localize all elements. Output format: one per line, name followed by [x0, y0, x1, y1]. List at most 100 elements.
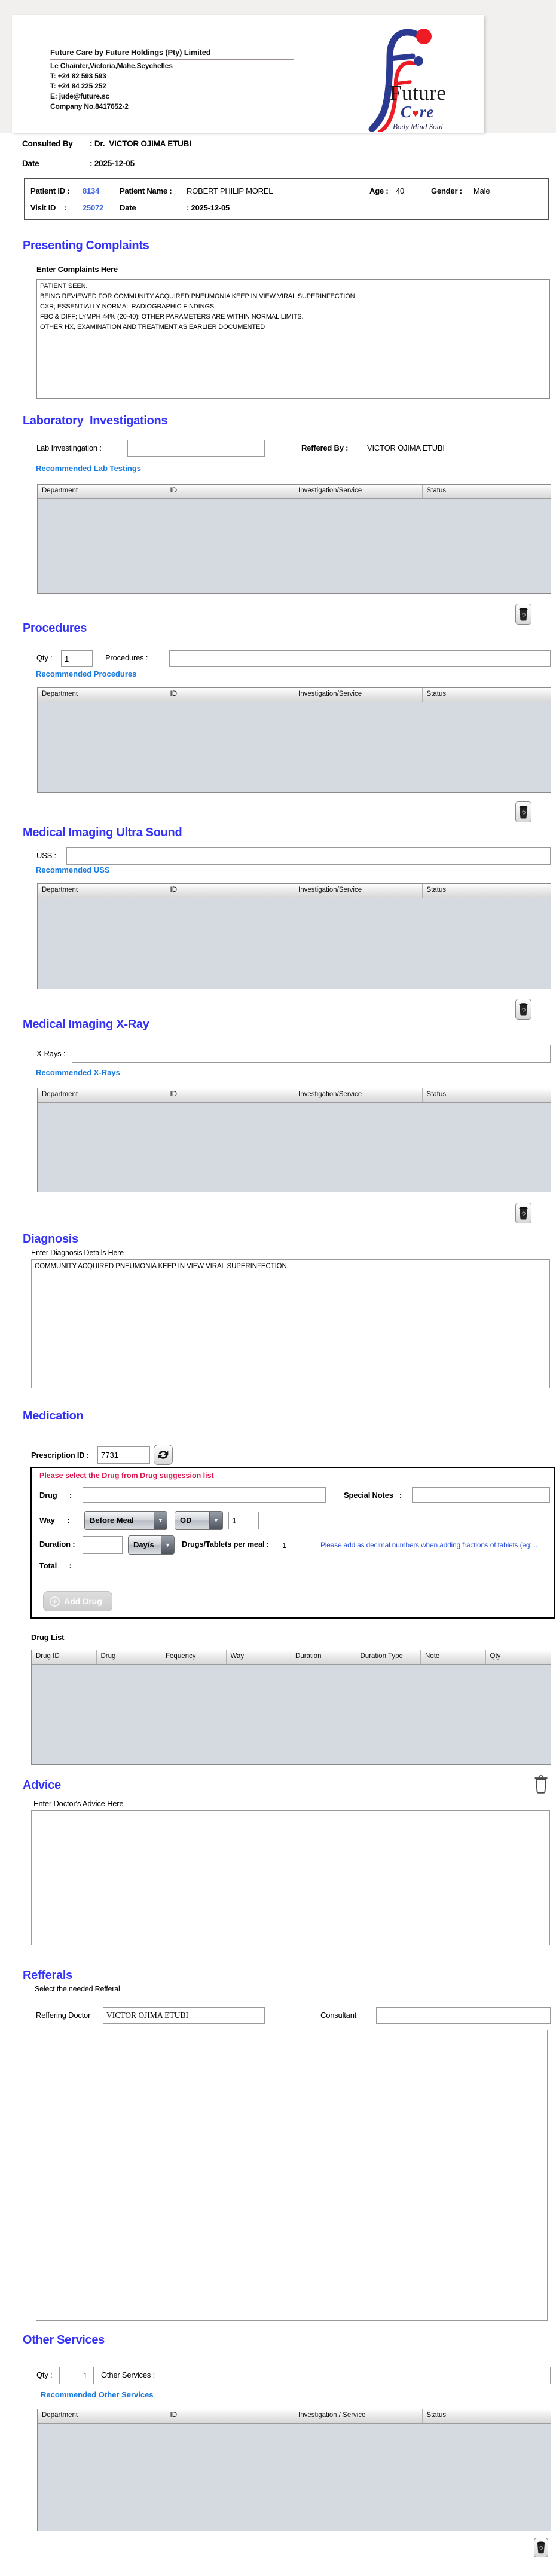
xray-input[interactable]: [72, 1045, 551, 1063]
trash-icon: [519, 805, 528, 818]
complaints-heading: Presenting Complaints: [23, 239, 149, 252]
lab-table-header: Department ID Investigation/Service Stat…: [38, 485, 551, 499]
frequency-select-value: OD: [180, 1516, 192, 1525]
recommended-xray-link[interactable]: Recommended X-Rays: [36, 1068, 120, 1077]
lab-delete-button[interactable]: [515, 604, 531, 625]
advice-label: Enter Doctor's Advice Here: [33, 1799, 124, 1808]
company-email: E: jude@future.sc: [50, 92, 109, 100]
drug-list-label: Drug List: [31, 1633, 65, 1642]
add-drug-label: Add Drug: [64, 1596, 102, 1606]
other-qty-input[interactable]: [59, 2367, 94, 2384]
patient-id-label: Patient ID :: [30, 186, 70, 195]
company-number: Company No.8417652-2: [50, 102, 129, 111]
column-header: Department: [38, 1088, 166, 1102]
procedures-qty-input[interactable]: [61, 650, 93, 667]
column-header: Status: [426, 690, 447, 697]
advice-clear-button[interactable]: [533, 1774, 549, 1794]
column-header: ID: [166, 1088, 294, 1102]
patient-name-value: ROBERT PHILIP MOREL: [187, 186, 273, 195]
drug-list-table: Drug ID Drug Fequency Way Duration Durat…: [31, 1650, 551, 1765]
lab-input-label: Lab Investingation :: [36, 443, 102, 452]
lab-investigation-input[interactable]: [127, 440, 265, 457]
prescription-id-label: Prescription ID :: [31, 1451, 90, 1460]
consultant-label: Consultant: [320, 2011, 357, 2020]
column-header: Note: [421, 1650, 486, 1664]
recommended-lab-link[interactable]: Recommended Lab Testings: [36, 464, 141, 473]
recommended-uss-link[interactable]: Recommended USS: [36, 865, 110, 874]
procedures-input-label: Procedures :: [105, 653, 148, 662]
company-phone2: T: +24 84 225 252: [50, 82, 106, 90]
diagnosis-label: Enter Diagnosis Details Here: [31, 1249, 124, 1257]
trash-outline-icon: [534, 1775, 548, 1794]
advice-heading: Advice: [23, 1779, 61, 1792]
referring-doctor-input[interactable]: [103, 2007, 265, 2024]
frequency-qty-input[interactable]: [228, 1512, 259, 1529]
company-phone1: T: +24 82 593 593: [50, 72, 106, 80]
other-delete-button[interactable]: [534, 2538, 548, 2557]
column-header: ID: [166, 884, 294, 898]
consultant-input[interactable]: [376, 2007, 551, 2024]
other-services-input[interactable]: [175, 2367, 551, 2384]
add-drug-button[interactable]: + Add Drug: [43, 1591, 112, 1611]
refresh-icon: [158, 1451, 169, 1459]
meal-select[interactable]: Before Meal ▼: [84, 1511, 167, 1530]
xray-input-label: X-Rays :: [36, 1049, 66, 1058]
prescription-refresh-button[interactable]: [154, 1445, 173, 1465]
column-header: Status: [426, 886, 447, 894]
diagnosis-textarea[interactable]: COMMUNITY ACQUIRED PNEUMONIA KEEP IN VIE…: [31, 1259, 550, 1388]
lab-referred-value: VICTOR OJIMA ETUBI: [367, 443, 445, 452]
logo-word-future: Future: [390, 81, 447, 105]
visit-id-label: Visit ID :: [30, 203, 67, 212]
column-header: Investigation / Service: [294, 2409, 423, 2423]
per-meal-input[interactable]: [279, 1537, 313, 1553]
duration-input[interactable]: [83, 1536, 123, 1554]
chevron-down-icon: ▼: [154, 1512, 167, 1529]
drug-suggestion-notice: Please select the Drug from Drug suggess…: [39, 1471, 214, 1480]
frequency-select[interactable]: OD ▼: [175, 1511, 223, 1530]
column-header: Investigation/Service: [294, 485, 423, 498]
procedures-heading: Procedures: [23, 622, 87, 635]
recommended-procedures-link[interactable]: Recommended Procedures: [36, 669, 136, 678]
prescription-id-input[interactable]: [97, 1446, 150, 1464]
column-header: Drug: [97, 1650, 161, 1664]
chevron-down-icon: ▼: [161, 1536, 174, 1554]
drug-input[interactable]: [83, 1487, 326, 1503]
uss-input[interactable]: [66, 847, 551, 865]
diagnosis-heading: Diagnosis: [23, 1232, 78, 1246]
column-header: Duration Type: [356, 1650, 421, 1664]
procedures-delete-button[interactable]: [515, 801, 531, 822]
patient-age-value: 40: [396, 186, 405, 195]
referring-doctor-label: Reffering Doctor: [36, 2011, 91, 2020]
xray-heading: Medical Imaging X-Ray: [23, 1018, 149, 1031]
consult-date-value: : 2025-12-05: [90, 159, 135, 168]
referrals-sub-label: Select the needed Refferal: [35, 1985, 120, 1993]
referral-listbox[interactable]: [36, 2030, 548, 2321]
trash-icon: [519, 607, 528, 620]
consultation-page: Future Care by Future Holdings (Pty) Lim…: [0, 0, 556, 2576]
column-header: ID: [166, 2409, 294, 2423]
duration-unit-value: Day/s: [133, 1540, 154, 1549]
other-qty-label: Qty :: [36, 2370, 53, 2379]
procedures-input[interactable]: [169, 650, 551, 667]
logo-tagline: Body Mind Soul: [393, 122, 443, 131]
complaints-textarea[interactable]: PATIENT SEEN. BEING REVIEWED FOR COMMUNI…: [36, 279, 550, 399]
recommended-other-link[interactable]: Recommended Other Services: [41, 2390, 154, 2399]
uss-table-header: Department ID Investigation/Service Stat…: [38, 884, 551, 898]
column-header: Investigation/Service: [294, 1088, 423, 1102]
special-notes-label: Special Notes :: [344, 1491, 402, 1500]
column-header: Drug ID: [32, 1650, 97, 1664]
advice-textarea[interactable]: [31, 1810, 550, 1945]
patient-gender-label: Gender :: [431, 186, 462, 195]
special-notes-input[interactable]: [412, 1487, 550, 1503]
xray-delete-button[interactable]: [515, 1203, 531, 1223]
column-header: ID: [166, 688, 294, 702]
uss-delete-button[interactable]: [515, 999, 531, 1020]
column-header: Investigation/Service: [294, 884, 423, 898]
patient-info-box: [24, 178, 549, 220]
drug-list-table-header: Drug ID Drug Fequency Way Duration Durat…: [32, 1650, 551, 1665]
company-rule: [50, 59, 294, 60]
duration-unit-select[interactable]: Day/s ▼: [128, 1535, 175, 1555]
company-address: Le Chainter,Victoria,Mahe,Seychelles: [50, 62, 173, 70]
column-header: Qty: [490, 1653, 501, 1660]
procedures-table-header: Department ID Investigation/Service Stat…: [38, 688, 551, 702]
